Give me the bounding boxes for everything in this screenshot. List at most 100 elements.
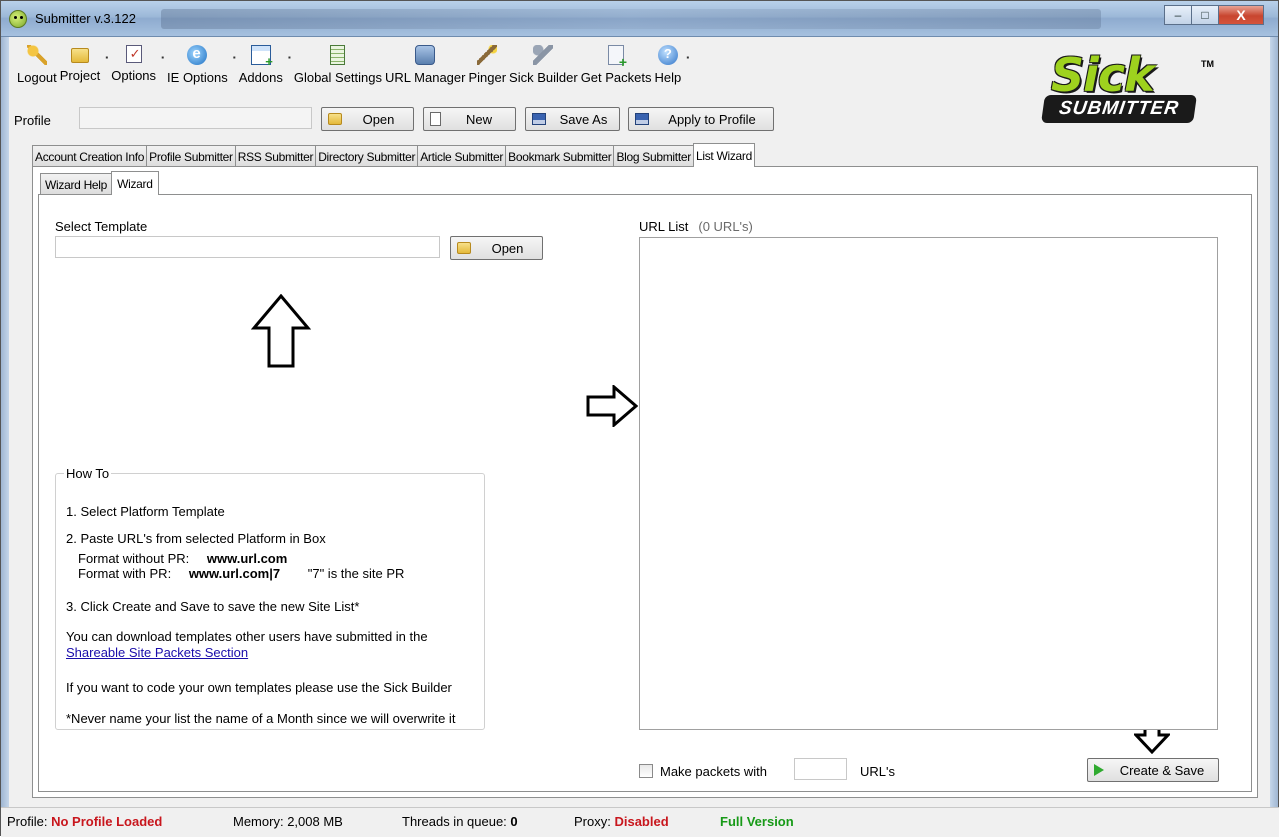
button-label: Open [491, 240, 524, 256]
button-label: Create & Save [1119, 762, 1205, 778]
tab-list-wizard[interactable]: List Wizard [692, 143, 755, 167]
tab-blog-submitter[interactable]: Blog Submitter [613, 145, 694, 167]
folder-icon [328, 113, 342, 125]
app-icon [9, 10, 27, 28]
make-packets-label: Make packets with [660, 764, 767, 779]
tab-rss-submitter[interactable]: RSS Submitter [234, 145, 317, 167]
shareable-site-packets-link[interactable]: Shareable Site Packets Section [66, 645, 248, 660]
format-with-pr: Format with PR: www.url.com|7 "7" is the… [78, 566, 404, 581]
tab-article-submitter[interactable]: Article Submitter [417, 145, 507, 167]
wrench-icon [533, 45, 554, 65]
profile-save-as-button[interactable]: Save As [525, 107, 620, 131]
status-bar: Profile: No Profile Loaded Memory: 2,008… [1, 807, 1279, 837]
template-open-button[interactable]: Open [450, 236, 543, 260]
dropdown-indicator-icon[interactable]: ▪ [233, 53, 236, 62]
toolbar-label: Logout [17, 70, 57, 85]
tab-profile-submitter[interactable]: Profile Submitter [146, 145, 236, 167]
play-icon [1094, 764, 1104, 776]
download-text: You can download templates other users h… [66, 629, 428, 644]
window-title: Submitter v.3.122 [35, 11, 136, 26]
toolbar-url-manager[interactable]: URL Manager [385, 45, 465, 85]
profile-label: Profile [14, 113, 51, 128]
profile-open-button[interactable]: Open [321, 107, 414, 131]
ie-icon [187, 45, 208, 65]
status-proxy-value: Disabled [614, 814, 669, 829]
close-button[interactable]: X [1218, 5, 1264, 25]
toolbar-get-packets[interactable]: Get Packets [581, 45, 652, 85]
save-icon [532, 113, 546, 125]
minimize-button[interactable]: – [1164, 5, 1192, 25]
logo-word-top: Sick [1051, 48, 1155, 102]
tab-directory-submitter[interactable]: Directory Submitter [315, 145, 419, 167]
logo-word-bottom: SUBMITTER [1041, 95, 1197, 123]
document-icon [330, 45, 346, 65]
format-without-pr: Format without PR: www.url.com [78, 551, 287, 566]
tab-wizard[interactable]: Wizard [111, 171, 159, 195]
create-save-button[interactable]: Create & Save [1087, 758, 1219, 782]
toolbar-pinger[interactable]: Pinger [468, 45, 506, 85]
status-threads-value: 0 [510, 814, 518, 829]
wizard-subtabs: Wizard Help Wizard [40, 171, 159, 195]
toolbar-options[interactable]: Options ▪ [111, 45, 164, 83]
toolbar-addons[interactable]: Addons ▪ [238, 45, 291, 85]
status-threads-label: Threads in queue: [402, 814, 507, 829]
folder-icon [71, 48, 89, 63]
url-list-title: URL List [639, 219, 689, 234]
dropdown-indicator-icon[interactable]: ▪ [288, 53, 291, 62]
make-packets-checkbox[interactable] [639, 764, 653, 778]
status-memory-value: 2,008 MB [287, 814, 343, 829]
urls-suffix-label: URL's [860, 764, 895, 779]
url-list-textarea[interactable] [639, 237, 1218, 730]
key-icon [26, 45, 47, 65]
toolbar-label: IE Options [167, 70, 228, 85]
toolbar-project[interactable]: Project ▪ [59, 45, 108, 83]
status-memory: Memory: 2,008 MB [233, 814, 343, 829]
url-list-label: URL List (0 URL's) [639, 219, 753, 234]
tab-bookmark-submitter[interactable]: Bookmark Submitter [505, 145, 615, 167]
status-version: Full Version [720, 814, 794, 829]
new-document-icon [430, 112, 441, 126]
toolbar-logout[interactable]: Logout [17, 45, 57, 85]
packet-size-input[interactable] [794, 758, 847, 780]
toolbar-label: Project [59, 68, 101, 83]
toolbar-help[interactable]: Help ▪ [655, 45, 689, 85]
format-without-label: Format without PR: [78, 551, 190, 566]
toolbar-label: Pinger [468, 70, 507, 85]
status-profile: Profile: No Profile Loaded [7, 814, 162, 829]
status-threads: Threads in queue: 0 [402, 814, 518, 829]
apply-to-profile-button[interactable]: Apply to Profile [628, 107, 774, 131]
status-memory-label: Memory: [233, 814, 284, 829]
status-proxy: Proxy: Disabled [574, 814, 669, 829]
tab-account-creation-info[interactable]: Account Creation Info [32, 145, 148, 167]
maximize-button[interactable]: □ [1191, 5, 1219, 25]
dropdown-indicator-icon[interactable]: ▪ [105, 53, 108, 62]
profile-row: Profile Open New Save As Apply to Profil… [1, 105, 801, 133]
right-arrow-icon [586, 385, 638, 427]
title-bar[interactable]: Submitter v.3.122 – □ X [1, 1, 1278, 37]
url-count: (0 URL's) [698, 219, 753, 234]
logo-trademark: TM [1201, 59, 1214, 69]
template-input[interactable] [55, 236, 440, 258]
howto-step-3: 3. Click Create and Save to save the new… [66, 599, 360, 614]
toolbar-ie-options[interactable]: IE Options ▪ [167, 45, 236, 85]
status-proxy-label: Proxy: [574, 814, 611, 829]
never-name-warning: *Never name your list the name of a Mont… [66, 711, 456, 726]
globe-icon [415, 45, 436, 65]
toolbar-global-settings[interactable]: Global Settings [294, 45, 382, 85]
profile-new-button[interactable]: New [423, 107, 516, 131]
toolbar-label: Sick Builder [509, 70, 578, 85]
profile-input[interactable] [79, 107, 312, 129]
button-label: Apply to Profile [668, 111, 756, 127]
packets-icon [608, 45, 627, 70]
checklist-icon [125, 45, 142, 63]
button-label: New [465, 111, 492, 127]
tab-wizard-help[interactable]: Wizard Help [40, 173, 113, 195]
folder-icon [457, 242, 471, 254]
button-label: Open [362, 111, 395, 127]
up-arrow-icon [251, 294, 311, 368]
dropdown-indicator-icon[interactable]: ▪ [161, 53, 164, 62]
howto-step-1: 1. Select Platform Template [66, 504, 225, 519]
toolbar-label: Addons [238, 70, 283, 85]
toolbar-sick-builder[interactable]: Sick Builder [509, 45, 578, 85]
dropdown-indicator-icon[interactable]: ▪ [686, 53, 689, 62]
